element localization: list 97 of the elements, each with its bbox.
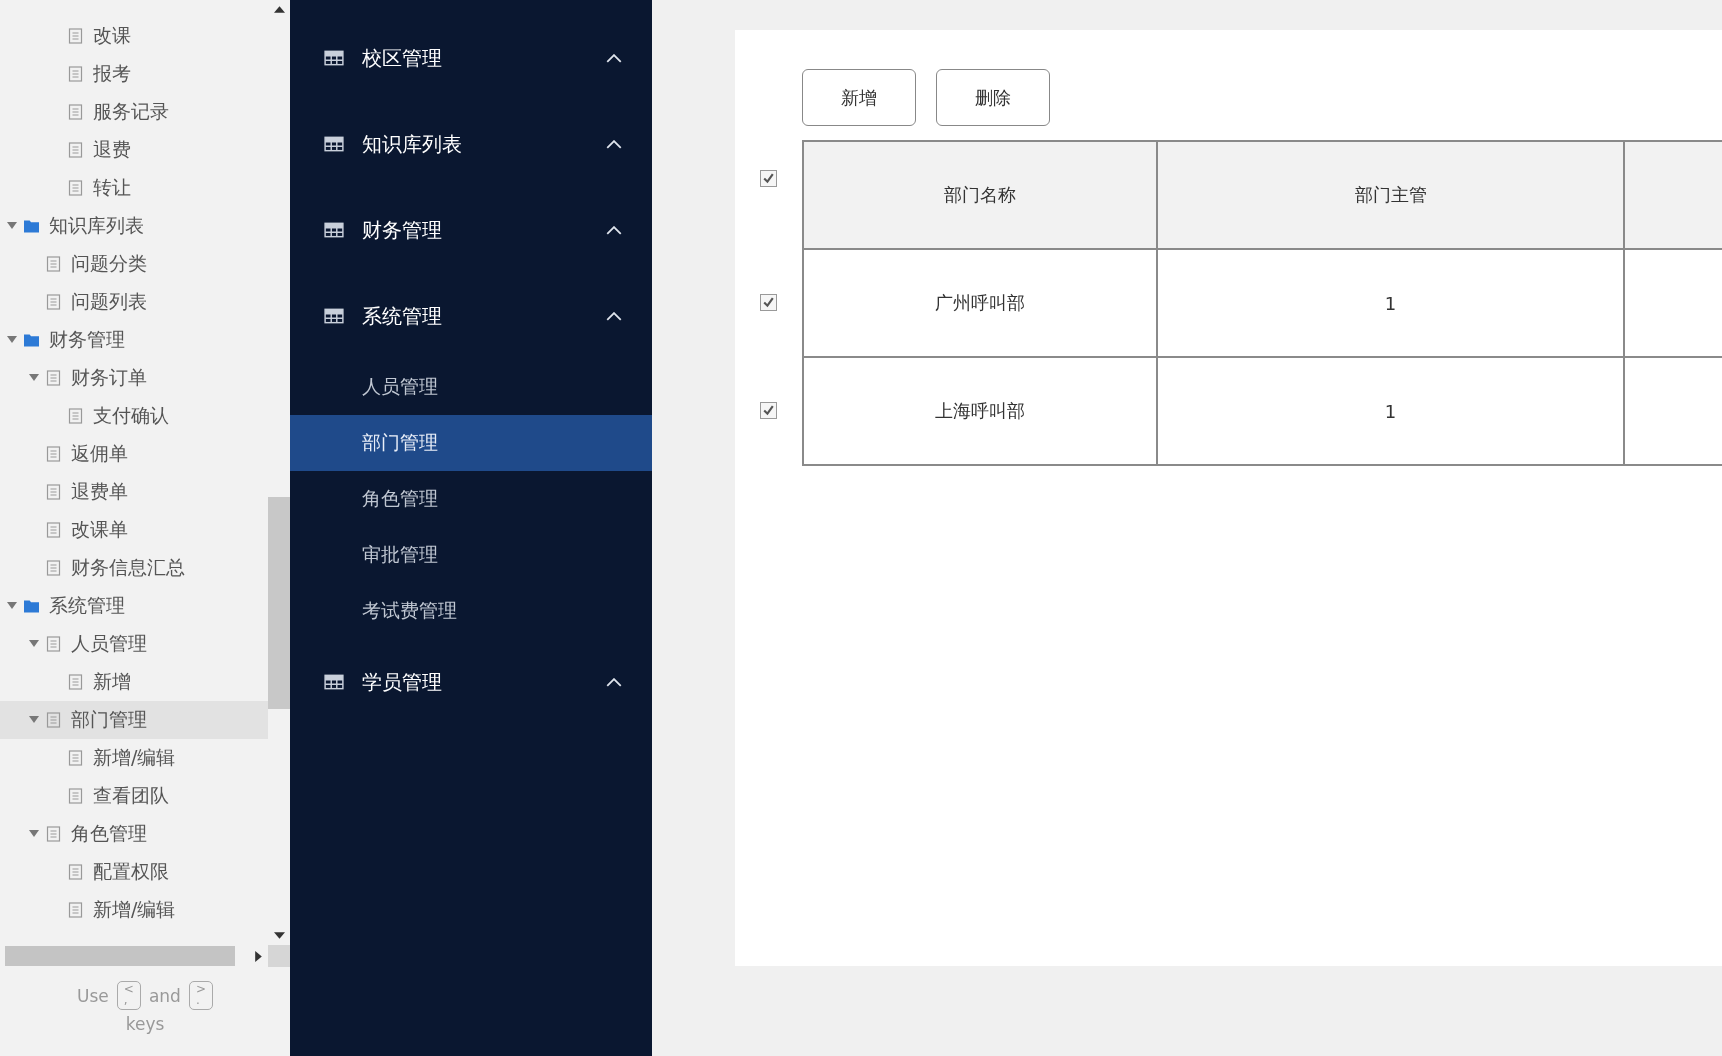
column-header: 部门主管 bbox=[1157, 141, 1624, 249]
sitemap-item[interactable]: 转让 bbox=[0, 169, 268, 207]
sitemap-item[interactable]: 改课 bbox=[0, 17, 268, 55]
nav-item[interactable]: 角色管理 bbox=[290, 471, 652, 527]
chevron-up-icon bbox=[606, 311, 622, 321]
caret-down-icon[interactable] bbox=[7, 222, 17, 230]
table-cell: 上海呼叫部 bbox=[803, 357, 1157, 465]
caret-down-icon[interactable] bbox=[29, 374, 39, 382]
nav-group[interactable]: 财务管理 bbox=[290, 187, 652, 273]
page-icon bbox=[46, 522, 61, 538]
page-icon bbox=[46, 446, 61, 462]
nav-group[interactable]: 知识库列表 bbox=[290, 101, 652, 187]
chevron-up-icon bbox=[606, 53, 622, 63]
sitemap-item[interactable]: 新增 bbox=[0, 663, 268, 701]
sitemap-item[interactable]: 支付确认 bbox=[0, 397, 268, 435]
page-icon bbox=[68, 408, 83, 424]
caret-down-icon[interactable] bbox=[7, 602, 17, 610]
table-icon bbox=[324, 136, 344, 152]
caret-down-icon[interactable] bbox=[29, 716, 39, 724]
table-icon bbox=[324, 222, 344, 238]
sitemap-item[interactable]: 服务记录 bbox=[0, 93, 268, 131]
nav-group[interactable]: 学员管理 bbox=[290, 639, 652, 725]
sitemap-item[interactable]: 财务信息汇总 bbox=[0, 549, 268, 587]
nav-item[interactable]: 人员管理 bbox=[290, 359, 652, 415]
sitemap-item[interactable]: 配置权限 bbox=[0, 853, 268, 891]
sitemap-item[interactable]: 查看团队 bbox=[0, 777, 268, 815]
page-icon bbox=[68, 142, 83, 158]
nav-item[interactable]: 考试费管理 bbox=[290, 583, 652, 639]
nav-group[interactable]: 系统管理 bbox=[290, 273, 652, 359]
sitemap-item[interactable]: 系统管理 bbox=[0, 587, 268, 625]
table-cell: 广州呼叫部 bbox=[803, 249, 1157, 357]
page-icon bbox=[68, 902, 83, 918]
sitemap-item[interactable]: 退费单 bbox=[0, 473, 268, 511]
page-icon bbox=[46, 560, 61, 576]
hint-text: keys bbox=[125, 1014, 165, 1034]
nav-item[interactable]: 审批管理 bbox=[290, 527, 652, 583]
folder-icon bbox=[24, 218, 39, 234]
folder-icon bbox=[24, 332, 39, 348]
scroll-right-icon[interactable] bbox=[255, 950, 262, 962]
toolbar-button[interactable]: 新增 bbox=[802, 69, 916, 126]
page-icon bbox=[46, 636, 61, 652]
table-icon bbox=[324, 674, 344, 690]
caret-down-icon[interactable] bbox=[29, 640, 39, 648]
sitemap-item[interactable]: 报考 bbox=[0, 55, 268, 93]
page-icon bbox=[68, 66, 83, 82]
chevron-up-icon bbox=[606, 677, 622, 687]
sitemap-item[interactable]: 知识库列表 bbox=[0, 207, 268, 245]
page-icon bbox=[46, 370, 61, 386]
sitemap-item[interactable]: 问题分类 bbox=[0, 245, 268, 283]
page-icon bbox=[68, 28, 83, 44]
page-icon bbox=[68, 788, 83, 804]
sitemap-item[interactable]: 新增/编辑 bbox=[0, 891, 268, 929]
page-icon bbox=[46, 826, 61, 842]
table-cell: 1 bbox=[1157, 357, 1624, 465]
page-icon bbox=[46, 484, 61, 500]
scroll-up-icon[interactable] bbox=[273, 6, 285, 13]
sitemap-item[interactable]: 退费 bbox=[0, 131, 268, 169]
sitemap-item[interactable]: 财务订单 bbox=[0, 359, 268, 397]
caret-down-icon[interactable] bbox=[29, 830, 39, 838]
chevron-up-icon bbox=[606, 225, 622, 235]
scrollbar-thumb[interactable] bbox=[268, 497, 290, 709]
table-icon bbox=[324, 308, 344, 324]
chevron-up-icon bbox=[606, 139, 622, 149]
sitemap-item[interactable]: 问题列表 bbox=[0, 283, 268, 321]
page-icon bbox=[68, 674, 83, 690]
checkbox[interactable] bbox=[760, 402, 777, 419]
hint-text: and bbox=[148, 985, 181, 1006]
page-icon bbox=[46, 712, 61, 728]
column-header: 部门名称 bbox=[803, 141, 1157, 249]
page-icon bbox=[68, 864, 83, 880]
nav-group[interactable]: 校区管理 bbox=[290, 15, 652, 101]
sitemap-item[interactable]: 改课单 bbox=[0, 511, 268, 549]
keyboard-key: > . bbox=[188, 981, 213, 1010]
sitemap-item[interactable]: 人员管理 bbox=[0, 625, 268, 663]
folder-icon bbox=[24, 598, 39, 614]
table-icon bbox=[324, 50, 344, 66]
sitemap-item[interactable]: 角色管理 bbox=[0, 815, 268, 853]
page-icon bbox=[68, 104, 83, 120]
page-icon bbox=[68, 180, 83, 196]
scroll-down-icon[interactable] bbox=[273, 932, 285, 939]
page-icon bbox=[68, 750, 83, 766]
sitemap-item[interactable]: 新增/编辑 bbox=[0, 739, 268, 777]
table-cell: 1 bbox=[1157, 249, 1624, 357]
horizontal-scrollbar[interactable] bbox=[5, 946, 235, 966]
sitemap-item[interactable]: 财务管理 bbox=[0, 321, 268, 359]
nav-item[interactable]: 部门管理 bbox=[290, 415, 652, 471]
toolbar-button[interactable]: 删除 bbox=[936, 69, 1050, 126]
page-icon bbox=[46, 294, 61, 310]
sitemap-item[interactable]: 部门管理 bbox=[0, 701, 268, 739]
keyboard-key: < , bbox=[116, 981, 141, 1010]
hint-text: Use bbox=[77, 985, 109, 1006]
sitemap-item[interactable]: 返佣单 bbox=[0, 435, 268, 473]
caret-down-icon[interactable] bbox=[7, 336, 17, 344]
scrollbar-corner bbox=[268, 945, 290, 967]
page-icon bbox=[46, 256, 61, 272]
checkbox[interactable] bbox=[760, 170, 777, 187]
checkbox[interactable] bbox=[760, 294, 777, 311]
